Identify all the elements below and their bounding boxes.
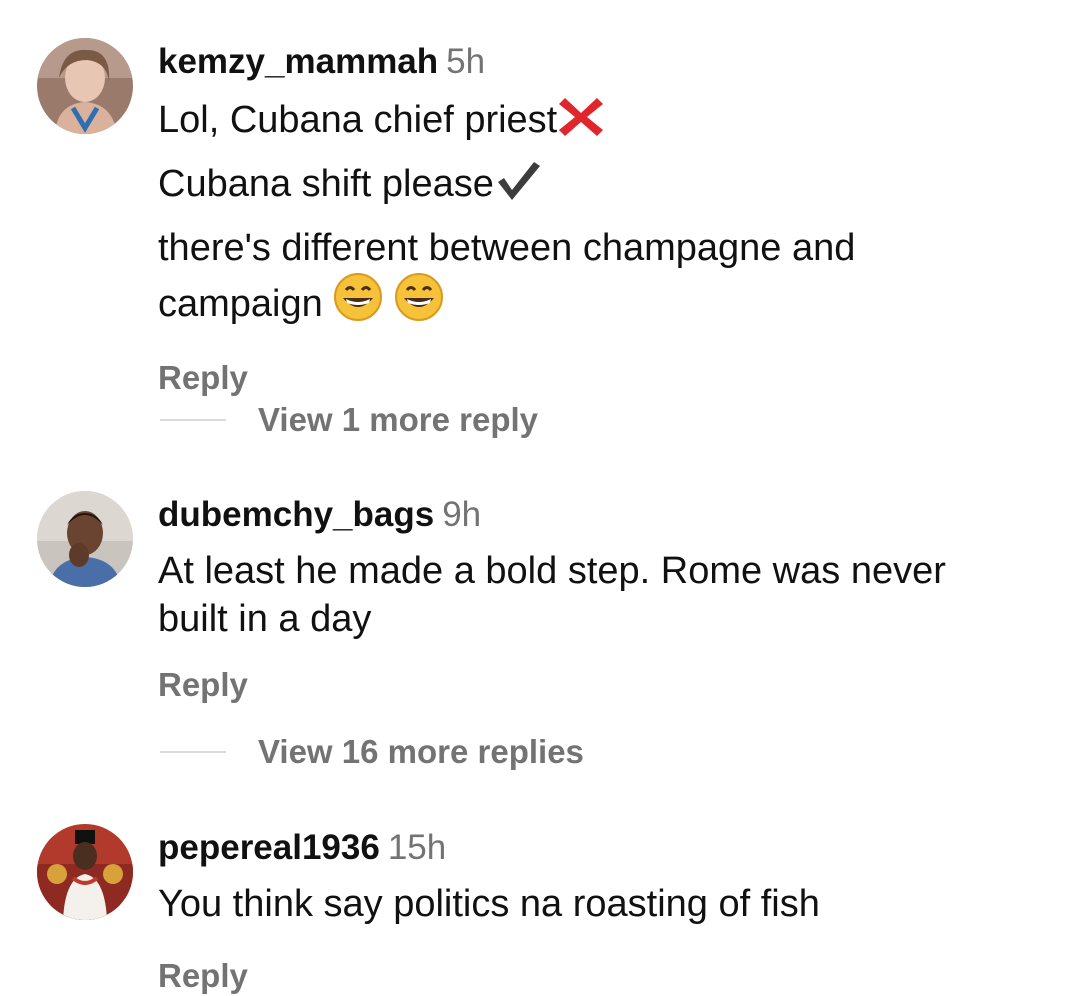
reply-button[interactable]: Reply	[158, 665, 1063, 705]
avatar[interactable]	[37, 824, 133, 920]
comment-text-line: campaign	[158, 272, 1063, 334]
comment-text-line: built in a day	[158, 598, 372, 640]
reply-button[interactable]: Reply	[158, 956, 1063, 996]
comment-text-line: Cubana shift please	[158, 160, 1063, 212]
comment-text-line: there's different between champagne and	[158, 227, 856, 269]
comment-text-line: You think say politics na roasting of fi…	[158, 883, 820, 925]
view-more-replies-button[interactable]: View 16 more replies	[160, 732, 584, 772]
timestamp: 15h	[387, 828, 447, 867]
grinning-face-emoji	[333, 272, 383, 334]
grinning-face-emoji	[394, 272, 444, 334]
comment-header: kemzy_mammah 5h	[158, 40, 1063, 84]
avatar[interactable]	[37, 491, 133, 587]
username[interactable]: pepereal1936	[158, 828, 380, 867]
view-more-replies-label: View 16 more replies	[258, 733, 584, 770]
timestamp: 9h	[442, 495, 482, 534]
divider-line	[160, 419, 226, 421]
check-mark-icon	[494, 160, 540, 212]
comment-text-line: Lol, Cubana chief priest	[158, 96, 1063, 148]
username[interactable]: kemzy_mammah	[158, 42, 438, 81]
reply-button[interactable]: Reply	[158, 358, 1063, 398]
avatar[interactable]	[37, 38, 133, 134]
view-more-replies-label: View 1 more reply	[258, 401, 539, 438]
comment-text-line: At least he made a bold step. Rome was n…	[158, 550, 946, 592]
comment-header: dubemchy_bags 9h	[158, 493, 1063, 537]
divider-line	[160, 751, 226, 753]
username[interactable]: dubemchy_bags	[158, 495, 434, 534]
comment-header: pepereal1936 15h	[158, 826, 1063, 870]
cross-mark-icon	[557, 96, 605, 148]
view-more-replies-button[interactable]: View 1 more reply	[160, 400, 538, 440]
timestamp: 5h	[446, 42, 486, 81]
